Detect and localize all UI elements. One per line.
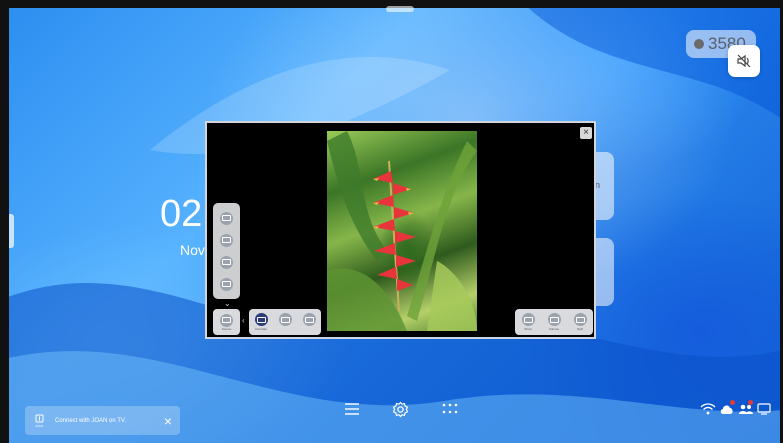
flower-photo (327, 131, 477, 331)
home-date: Nov (180, 242, 205, 258)
joan-logo-icon: JOAN (33, 414, 45, 428)
cloud-icon[interactable] (719, 400, 735, 420)
menu-icon[interactable] (344, 402, 360, 421)
chevron-down-icon[interactable]: ⌄ (224, 299, 231, 308)
volume-mute-icon (737, 54, 751, 68)
chevron-left-icon[interactable]: ‹ (242, 316, 245, 325)
monitor-icon[interactable] (757, 402, 771, 420)
volume-button[interactable]: Volume (547, 313, 561, 331)
screen-icon (222, 237, 231, 243)
display-icon (521, 313, 535, 326)
tool-button-2[interactable] (278, 313, 292, 331)
top-pull-handle[interactable] (386, 6, 414, 12)
image-viewer-window: × ⌄ Source ‹ Annotate Show Volume Split (205, 121, 596, 339)
screen-icon (222, 259, 231, 265)
toolbar-item-2[interactable] (220, 233, 233, 247)
screen-icon (278, 313, 292, 326)
toolbar-item-3[interactable] (220, 255, 233, 269)
cast-icon (220, 313, 233, 327)
apps-grid-icon[interactable] (442, 402, 458, 421)
desktop-wallpaper: 3580 02 Nov n × ⌄ Source ‹ Annotate Show… (0, 0, 783, 443)
widget-card-bottom[interactable] (594, 238, 614, 306)
split-label: Split (577, 327, 583, 331)
home-clock: 02 (160, 193, 203, 235)
side-pull-handle[interactable] (9, 214, 14, 248)
gear-icon[interactable] (392, 401, 409, 423)
joan-toast: JOAN Connect with JOAN on TV. × (25, 406, 180, 435)
volume-icon (547, 313, 561, 326)
screen-icon (222, 215, 231, 221)
show-button[interactable]: Show (521, 313, 535, 331)
screen-bezel-left (0, 0, 9, 443)
window-close-button[interactable]: × (580, 127, 592, 139)
tool-button-3[interactable] (302, 313, 316, 331)
joan-logo-mark (35, 414, 43, 422)
annotate-label: Annotate (254, 327, 267, 331)
frame-icon (573, 313, 587, 326)
show-label: Show (524, 327, 532, 331)
source-button[interactable]: Source (213, 309, 240, 335)
notification-dot (748, 400, 753, 405)
bottom-dock (338, 396, 468, 422)
bottom-right-toolbar: Show Volume Split (515, 309, 593, 335)
status-dot (694, 39, 704, 49)
screen-icon (222, 281, 231, 287)
left-vertical-toolbar (213, 203, 240, 299)
annotate-button[interactable]: Annotate (254, 313, 268, 331)
system-tray (700, 400, 771, 420)
mute-button[interactable] (728, 45, 760, 77)
notification-dot (730, 400, 735, 405)
widget-card-top[interactable]: n (594, 152, 614, 220)
bottom-left-toolbar: Annotate (249, 309, 321, 335)
screen-icon (302, 313, 316, 326)
split-button[interactable]: Split (573, 313, 587, 331)
toolbar-item-1[interactable] (220, 211, 233, 225)
toolbar-item-4[interactable] (220, 277, 233, 291)
wifi-icon[interactable] (700, 402, 716, 420)
toast-message: Connect with JOAN on TV. (55, 417, 127, 424)
source-button-label: Source (221, 326, 232, 331)
toast-close-button[interactable]: × (164, 414, 172, 428)
joan-logo-label: JOAN (34, 423, 43, 428)
whiteboard-icon (254, 313, 268, 326)
heliconia-flower-illustration (327, 131, 477, 331)
people-icon[interactable] (738, 400, 754, 420)
volume-label: Volume (548, 327, 559, 331)
